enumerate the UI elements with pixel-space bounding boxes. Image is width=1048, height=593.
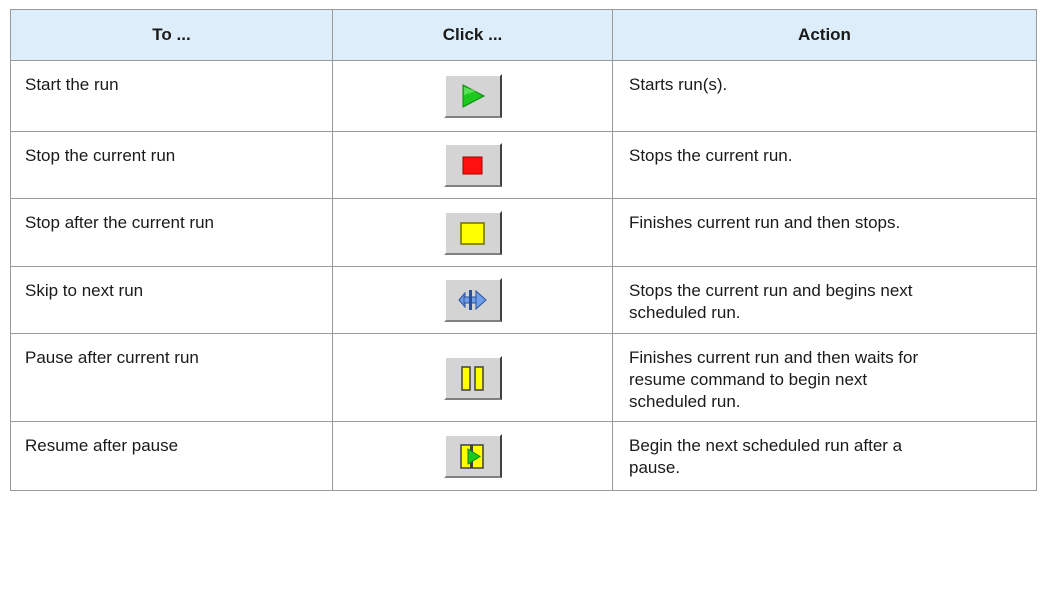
stop-after-run-button[interactable] — [443, 210, 502, 255]
row-to-text: Stop after the current run — [10, 198, 333, 267]
header-to: To ... — [10, 9, 333, 61]
table-row: Stop the current run Stops the current r… — [10, 131, 1037, 199]
row-action: Begin the next scheduled run after a pau… — [612, 421, 1037, 491]
stop-after-run-icon — [459, 221, 485, 245]
header-click: Click ... — [332, 9, 613, 61]
table-row: Stop after the current run Finishes curr… — [10, 198, 1037, 267]
run-commands-table: To ... Click ... Action Start the run St… — [10, 9, 1037, 491]
table-row: Start the run Starts run(s). — [10, 60, 1037, 132]
header-action: Action — [612, 9, 1037, 61]
pause-after-run-icon — [460, 365, 484, 391]
resume-after-pause-icon — [459, 444, 484, 469]
skip-next-run-icon — [457, 289, 487, 311]
start-run-button[interactable] — [443, 74, 502, 118]
row-action: Stops the current run. — [612, 131, 1037, 199]
row-to-text: Resume after pause — [10, 421, 333, 491]
stop-run-button[interactable] — [443, 143, 502, 187]
table-header-row: To ... Click ... Action — [10, 9, 1037, 61]
pause-after-run-button[interactable] — [443, 355, 502, 400]
row-action: Starts run(s). — [612, 60, 1037, 132]
stop-run-icon — [462, 156, 482, 175]
row-to-text: Skip to next run — [10, 266, 333, 334]
row-to-text: Pause after current run — [10, 333, 333, 422]
start-run-icon — [462, 84, 485, 108]
resume-after-pause-button[interactable] — [443, 434, 502, 478]
row-to-text: Stop the current run — [10, 131, 333, 199]
row-to-text: Start the run — [10, 60, 333, 132]
row-action: Finishes current run and then waits for … — [612, 333, 1037, 422]
table-row: Resume after pause Begin the next schedu… — [10, 421, 1037, 491]
table-row: Pause after current run Finishes current… — [10, 333, 1037, 422]
row-action: Stops the current run and begins next sc… — [612, 266, 1037, 334]
skip-next-run-button[interactable] — [443, 278, 502, 322]
table-row: Skip to next run Stops the current run a… — [10, 266, 1037, 334]
row-action: Finishes current run and then stops. — [612, 198, 1037, 267]
